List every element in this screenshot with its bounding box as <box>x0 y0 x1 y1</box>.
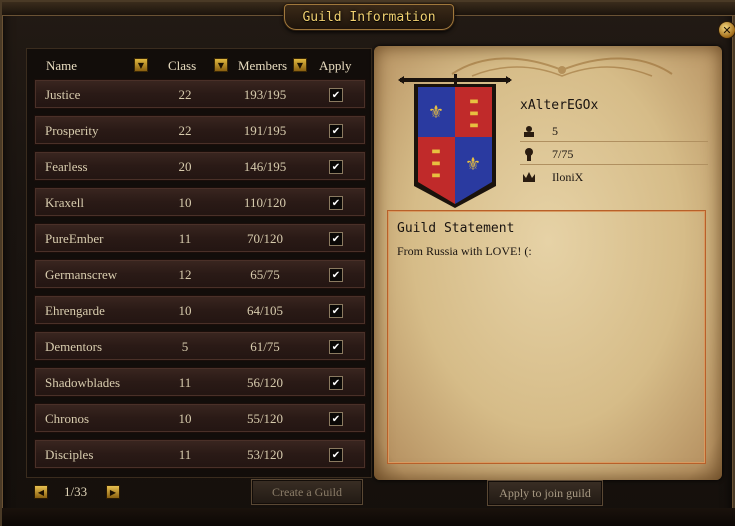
close-icon[interactable]: ✕ <box>718 21 735 39</box>
guild-name-cell: Justice <box>45 87 81 102</box>
create-guild-button[interactable]: Create a Guild <box>251 479 363 505</box>
guild-banner: ⚜ ▬ ▬ ▬ ▬ ▬ ▬ ⚜ <box>398 74 512 208</box>
apply-checkbox[interactable]: ✔ <box>329 232 343 246</box>
guild-members-cell: 193/195 <box>243 87 287 102</box>
table-row[interactable]: Kraxell 10 110/120 ✔ <box>34 187 366 217</box>
apply-checkbox[interactable]: ✔ <box>329 376 343 390</box>
guild-class-cell: 11 <box>178 231 192 246</box>
table-row[interactable]: Ehrengarde 10 64/105 ✔ <box>34 295 366 325</box>
guild-members-cell: 53/120 <box>246 447 284 462</box>
page-indicator: 1/33 <box>64 484 88 499</box>
guild-name-cell: Ehrengarde <box>45 303 105 318</box>
crown-icon <box>523 172 535 182</box>
apply-checkbox[interactable]: ✔ <box>329 340 343 354</box>
guild-leader-value: IloniX <box>552 170 584 184</box>
svg-text:⚜: ⚜ <box>428 102 444 123</box>
svg-text:⚜: ⚜ <box>465 154 481 175</box>
svg-text:▬: ▬ <box>431 158 440 169</box>
svg-text:▬: ▬ <box>469 96 478 107</box>
guild-members-cell: 191/195 <box>243 123 287 138</box>
title-plate: Guild Information <box>284 4 454 30</box>
header-name: Name <box>46 58 78 73</box>
apply-checkbox[interactable]: ✔ <box>329 268 343 282</box>
apply-checkbox[interactable]: ✔ <box>329 412 343 426</box>
table-row[interactable]: Germanscrew 12 65/75 ✔ <box>34 259 366 289</box>
table-row[interactable]: Prosperity 22 191/195 ✔ <box>34 115 366 145</box>
guild-members-cell: 110/120 <box>243 195 287 210</box>
table-row[interactable]: Shadowblades 11 56/120 ✔ <box>34 367 366 397</box>
guild-name-cell: Dementors <box>45 339 103 354</box>
table-row[interactable]: Dementors 5 61/75 ✔ <box>34 331 366 361</box>
guild-name-cell: Disciples <box>45 447 94 462</box>
members-sort-chevron-down-icon[interactable]: ▼ <box>293 58 307 72</box>
guild-name-cell: PureEmber <box>45 231 104 246</box>
table-row[interactable]: Chronos 10 55/120 ✔ <box>34 403 366 433</box>
header-class: Class <box>168 58 197 73</box>
info-divider <box>520 141 708 142</box>
statement-title: Guild Statement <box>397 221 515 236</box>
name-sort-chevron-down-icon[interactable]: ▼ <box>134 58 148 72</box>
member-icon <box>525 148 533 161</box>
guild-name-cell: Fearless <box>45 159 88 174</box>
guild-members-value: 7/75 <box>552 147 574 161</box>
table-row[interactable]: Disciples 11 53/120 ✔ <box>34 439 366 469</box>
svg-text:▬: ▬ <box>431 146 440 157</box>
table-row[interactable]: Fearless 20 146/195 ✔ <box>34 151 366 181</box>
apply-checkbox[interactable]: ✔ <box>329 448 343 462</box>
guild-class-cell: 22 <box>178 123 192 138</box>
statement-text: From Russia with LOVE! (: <box>397 244 532 258</box>
svg-text:▬: ▬ <box>431 170 440 181</box>
class-icon <box>524 126 534 137</box>
header-apply: Apply <box>319 58 352 73</box>
guild-information-window: Guild Information ✕ Name ▼ Class ▼ Membe… <box>0 0 735 526</box>
guild-members-cell: 61/75 <box>250 339 280 354</box>
guild-class-cell: 11 <box>178 375 192 390</box>
table-row[interactable]: Justice 22 193/195 ✔ <box>34 79 366 109</box>
guild-class-cell: 5 <box>181 339 189 354</box>
guild-members-cell: 146/195 <box>243 159 287 174</box>
pager: ◀ 1/33 ▶ <box>34 484 154 501</box>
guild-class-cell: 10 <box>178 411 192 426</box>
svg-text:▬: ▬ <box>469 108 478 119</box>
guild-members-cell: 56/120 <box>246 375 284 390</box>
table-header: Name ▼ Class ▼ Members ▼ Apply <box>32 55 364 77</box>
guild-name-cell: Chronos <box>45 411 90 426</box>
apply-join-guild-button[interactable]: Apply to join guild <box>487 480 603 506</box>
guild-name: xAlterEGOx <box>520 98 599 113</box>
arrow-left-icon[interactable]: ◀ <box>34 485 48 499</box>
apply-checkbox[interactable]: ✔ <box>329 304 343 318</box>
guild-class-value: 5 <box>552 124 558 138</box>
guild-class-cell: 12 <box>178 267 192 282</box>
guild-name-cell: Prosperity <box>45 123 99 138</box>
guild-class-cell: 10 <box>178 303 192 318</box>
apply-checkbox[interactable]: ✔ <box>329 196 343 210</box>
guild-class-cell: 10 <box>178 195 192 210</box>
info-divider <box>520 164 708 165</box>
guild-members-cell: 64/105 <box>246 303 284 318</box>
class-sort-chevron-down-icon[interactable]: ▼ <box>214 58 228 72</box>
guild-members-cell: 65/75 <box>250 267 280 282</box>
guild-members-cell: 55/120 <box>246 411 284 426</box>
apply-checkbox[interactable]: ✔ <box>329 160 343 174</box>
guild-class-cell: 22 <box>178 87 192 102</box>
guild-name-cell: Shadowblades <box>45 375 121 390</box>
apply-checkbox[interactable]: ✔ <box>329 88 343 102</box>
guild-name-cell: Germanscrew <box>45 267 118 282</box>
apply-checkbox[interactable]: ✔ <box>329 124 343 138</box>
guild-class-cell: 11 <box>178 447 192 462</box>
window-title: Guild Information <box>302 9 436 25</box>
header-members: Members <box>238 58 288 73</box>
bottom-bar <box>2 508 735 526</box>
svg-text:▬: ▬ <box>469 120 478 131</box>
guild-members-cell: 70/120 <box>246 231 284 246</box>
guild-name-cell: Kraxell <box>45 195 84 210</box>
table-row[interactable]: PureEmber 11 70/120 ✔ <box>34 223 366 253</box>
arrow-right-icon[interactable]: ▶ <box>106 485 120 499</box>
guild-class-cell: 20 <box>178 159 192 174</box>
